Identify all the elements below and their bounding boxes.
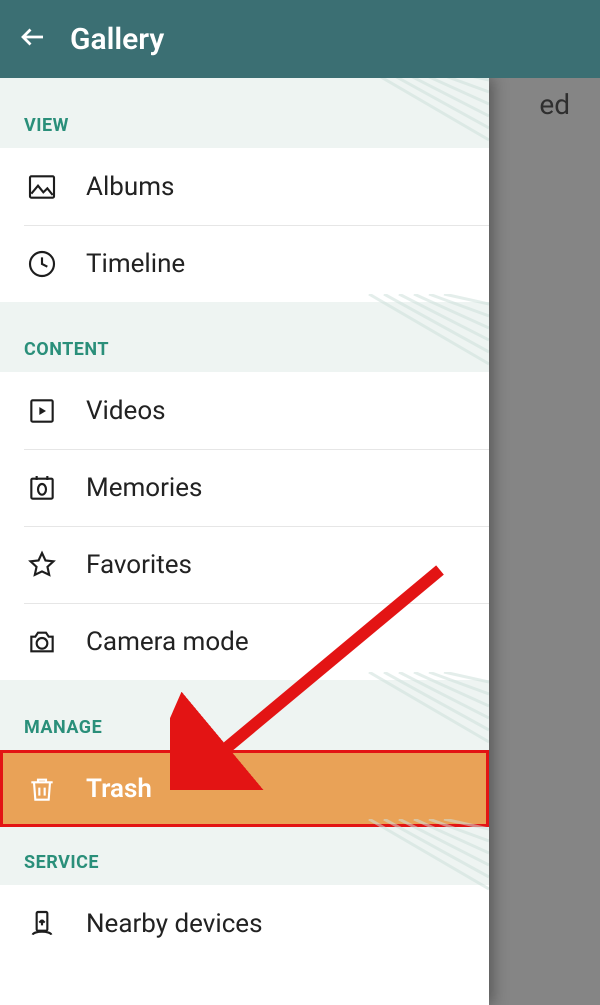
drawer-item-label: Videos [86, 396, 166, 426]
drawer-item-label: Timeline [86, 249, 185, 279]
decorative-leaf-icon [309, 78, 489, 160]
section-header-manage: MANAGE [0, 680, 489, 750]
image-icon [26, 171, 58, 203]
section-label: VIEW [24, 115, 69, 136]
clock-icon [26, 248, 58, 280]
drawer-item-videos[interactable]: Videos [0, 372, 489, 449]
drawer-item-label: Trash [86, 774, 152, 804]
back-button[interactable] [18, 22, 48, 56]
decorative-leaf-icon [309, 672, 489, 762]
section-header-view: VIEW [0, 78, 489, 148]
drawer-item-timeline[interactable]: Timeline [24, 225, 489, 302]
arrow-left-icon [18, 22, 48, 52]
section-label: MANAGE [24, 717, 102, 738]
memories-icon [26, 472, 58, 504]
trash-icon [26, 773, 58, 805]
drawer-item-camera-mode[interactable]: Camera mode [24, 603, 489, 680]
decorative-leaf-icon [309, 294, 489, 384]
drawer-item-label: Albums [86, 172, 174, 202]
drawer-scrim[interactable] [489, 74, 600, 1005]
page-title: Gallery [70, 22, 164, 57]
drawer-item-nearby-devices[interactable]: Nearby devices [0, 885, 489, 962]
drawer-item-label: Favorites [86, 550, 192, 580]
section-header-content: CONTENT [0, 302, 489, 372]
nearby-devices-icon [26, 908, 58, 940]
section-header-service: SERVICE [0, 827, 489, 885]
section-label: CONTENT [24, 339, 109, 360]
drawer-item-albums[interactable]: Albums [0, 148, 489, 225]
camera-icon [26, 626, 58, 658]
star-icon [26, 549, 58, 581]
drawer-item-trash[interactable]: Trash [0, 750, 489, 827]
navigation-drawer: VIEW Albums Timeline CONTENT Videos Memo… [0, 78, 489, 1005]
drawer-item-label: Nearby devices [86, 909, 263, 939]
app-bar: Gallery [0, 0, 600, 78]
section-label: SERVICE [24, 852, 99, 873]
drawer-item-label: Camera mode [86, 627, 249, 657]
drawer-item-favorites[interactable]: Favorites [24, 526, 489, 603]
play-box-icon [26, 395, 58, 427]
drawer-item-memories[interactable]: Memories [24, 449, 489, 526]
drawer-item-label: Memories [86, 473, 202, 503]
